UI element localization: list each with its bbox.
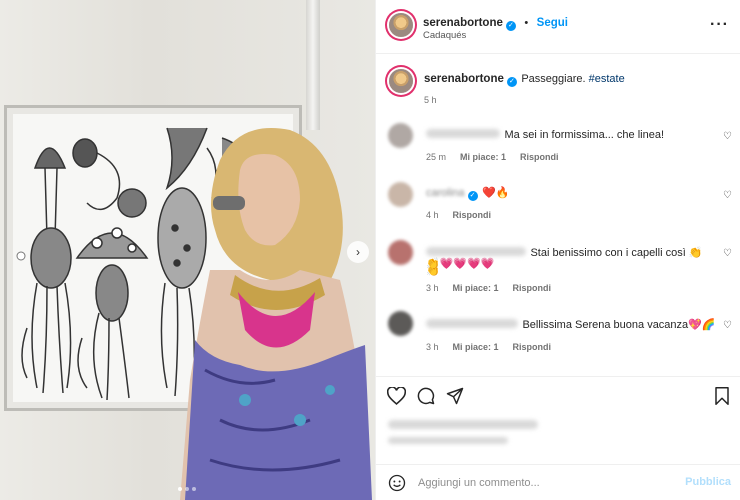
comment-avatar[interactable] bbox=[388, 182, 413, 207]
more-icon[interactable]: ··· bbox=[710, 16, 729, 34]
publish-button[interactable]: Pubblica bbox=[685, 476, 731, 488]
heart-icon[interactable]: ♡ bbox=[723, 190, 733, 201]
reply-button[interactable]: Rispondi bbox=[453, 210, 492, 220]
follow-button[interactable]: Segui bbox=[537, 17, 568, 29]
heart-icon[interactable]: ♡ bbox=[723, 131, 733, 142]
comment-username[interactable] bbox=[426, 247, 526, 257]
comment-icon[interactable] bbox=[417, 387, 435, 405]
heart-icon[interactable]: ♡ bbox=[723, 320, 733, 331]
comment-meta: 3 h Mi piace: 1 Rispondi bbox=[426, 283, 551, 293]
comment-avatar[interactable] bbox=[388, 311, 413, 336]
reply-button[interactable]: Rispondi bbox=[513, 283, 552, 293]
comment-text: Bellissima Serena buona vacanza💖🌈 bbox=[522, 319, 716, 331]
location-link[interactable]: Cadaqués bbox=[423, 30, 466, 41]
bookmark-icon[interactable] bbox=[714, 387, 730, 405]
post-date bbox=[388, 437, 508, 444]
woman-figure bbox=[180, 128, 372, 500]
carousel-dot bbox=[192, 487, 196, 491]
comment-input[interactable] bbox=[416, 473, 680, 493]
comment-text: ❤️🔥 bbox=[481, 187, 510, 199]
add-comment-bar: Pubblica bbox=[376, 464, 740, 500]
comment-likes[interactable]: Mi piace: 1 bbox=[460, 152, 506, 162]
caption-time: 5 h bbox=[424, 95, 437, 105]
verified-icon: ✓ bbox=[505, 21, 516, 31]
chevron-right-icon[interactable]: › bbox=[347, 241, 369, 263]
comment-username[interactable]: carolina bbox=[426, 187, 465, 199]
comment-meta: 4 h Rispondi bbox=[426, 210, 491, 220]
comment-likes[interactable]: Mi piace: 1 bbox=[453, 283, 499, 293]
post-sidebar: serenabortone ✓ • Segui Cadaqués ··· sere… bbox=[375, 0, 740, 500]
caption-hashtag[interactable]: #estate bbox=[589, 73, 625, 85]
author-avatar[interactable] bbox=[389, 13, 413, 37]
likes-count[interactable] bbox=[388, 420, 538, 429]
comment-avatar[interactable] bbox=[388, 123, 413, 148]
heart-icon[interactable]: ♡ bbox=[723, 248, 733, 259]
comment-time: 4 h bbox=[426, 210, 439, 220]
comment-username[interactable] bbox=[426, 129, 500, 139]
comment-avatar[interactable] bbox=[388, 240, 413, 265]
comment-meta: 3 h Mi piace: 1 Rispondi bbox=[426, 342, 551, 352]
action-bar bbox=[376, 376, 740, 417]
caption-username[interactable]: serenabortone bbox=[424, 73, 504, 85]
comment-text: Ma sei in formissima... che linea! bbox=[504, 129, 665, 141]
comment-username[interactable] bbox=[426, 319, 518, 329]
carousel-dots bbox=[178, 487, 196, 491]
comment-time: 3 h bbox=[426, 342, 439, 352]
comment-text-continued: 👏💗💗💗💗 bbox=[426, 258, 495, 270]
comment-meta: 25 m Mi piace: 1 Rispondi bbox=[426, 152, 559, 162]
emoji-icon[interactable] bbox=[388, 474, 406, 492]
share-icon[interactable] bbox=[446, 387, 464, 405]
heart-icon[interactable] bbox=[387, 387, 406, 405]
comment-likes[interactable]: Mi piace: 1 bbox=[453, 342, 499, 352]
verified-icon: ✓ bbox=[506, 77, 517, 87]
comment-time: 3 h bbox=[426, 283, 439, 293]
comment-time: 25 m bbox=[426, 152, 447, 162]
author-username[interactable]: serenabortone bbox=[423, 17, 503, 29]
caption-avatar[interactable] bbox=[389, 69, 413, 93]
post-header: serenabortone ✓ • Segui Cadaqués ··· bbox=[376, 0, 740, 54]
caption-text: Passeggiare. bbox=[521, 73, 589, 85]
drain-pipe bbox=[306, 0, 320, 130]
carousel-dot bbox=[178, 487, 182, 491]
reply-button[interactable]: Rispondi bbox=[520, 152, 559, 162]
post-image[interactable]: › bbox=[0, 0, 375, 500]
reply-button[interactable]: Rispondi bbox=[513, 342, 552, 352]
comments-list[interactable]: serenabortone ✓ Passeggiare. #estate 5 h … bbox=[376, 55, 740, 373]
verified-icon: ✓ bbox=[467, 191, 478, 201]
carousel-dot bbox=[185, 487, 189, 491]
